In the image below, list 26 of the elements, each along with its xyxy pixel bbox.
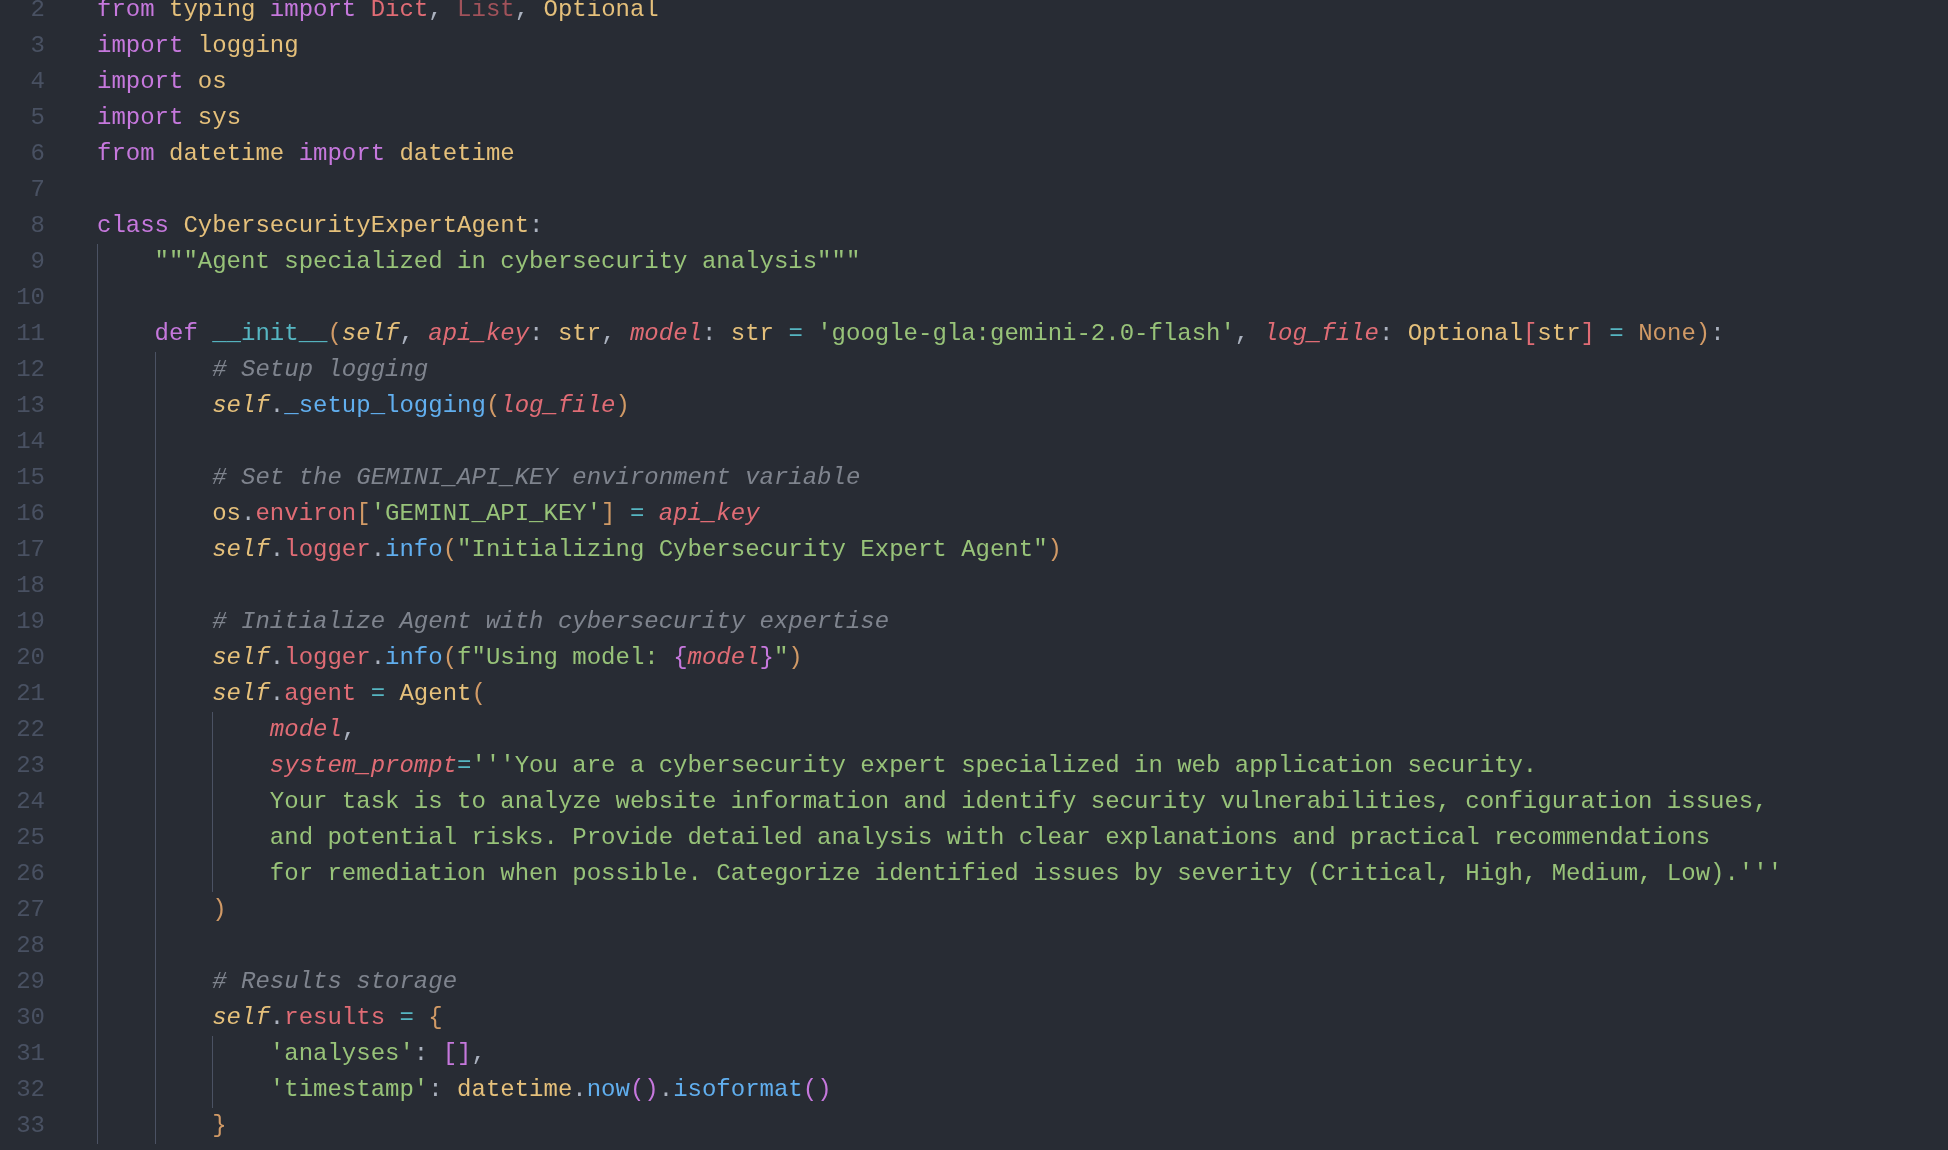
code-line: class CybersecurityExpertAgent: <box>97 211 544 241</box>
code-line: self._setup_logging(log_file) <box>211 391 630 421</box>
code-line: from datetime import datetime <box>97 139 515 169</box>
code-line: } <box>211 1111 227 1141</box>
code-line: import logging <box>97 31 299 61</box>
code-line: self.logger.info(f"Using model: {model}") <box>211 643 803 673</box>
code-line: """Agent specialized in cybersecurity analysis""" <box>153 247 861 277</box>
code-line: 'analyses': [], <box>268 1039 486 1069</box>
code-line: for remediation when possible. Categorize identified issues by severity (Critical, High, Medium, Low).''' <box>268 859 1783 889</box>
code-line: os.environ['GEMINI_API_KEY'] = api_key <box>211 499 760 529</box>
code-line: self.results = { <box>211 1003 443 1033</box>
code-line: system_prompt='''You are a cybersecurity expert specialized in web application security. <box>268 751 1538 781</box>
code-line: import os <box>97 67 227 97</box>
code-line: 'timestamp': datetime.now().isoformat() <box>268 1075 832 1105</box>
code-line: # Set the GEMINI_API_KEY environment variable <box>211 463 861 493</box>
code-line: and potential risks. Provide detailed analysis with clear explanations and practical recommendations <box>268 823 1711 853</box>
code-line: model, <box>268 715 357 745</box>
code-line: import sys <box>97 103 242 133</box>
code-line: self.logger.info("Initializing Cybersecurity Expert Agent") <box>211 535 1062 565</box>
code-line: self.agent = Agent( <box>211 679 486 709</box>
code-line: ) <box>211 895 227 925</box>
code-line: # Results storage <box>211 967 458 997</box>
code-line: def __init__(self, api_key: str, model: str = 'google-gla:gemini-2.0-flash', log_file: Optional[str] = None): <box>153 319 1725 349</box>
code-line: # Setup logging <box>211 355 429 385</box>
code-line: # Initialize Agent with cybersecurity expertise <box>211 607 890 637</box>
code-line: Your task is to analyze website information and identify security vulnerabilities, configuration issues, <box>268 787 1768 817</box>
